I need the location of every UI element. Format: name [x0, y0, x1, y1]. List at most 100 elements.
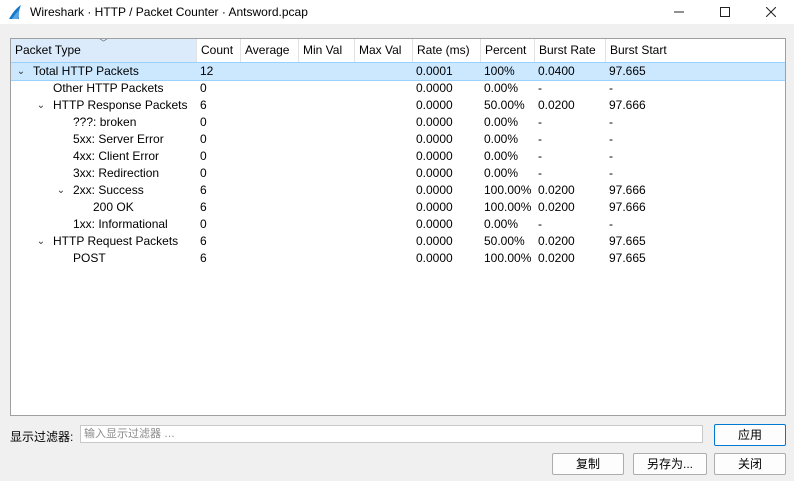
burst-start-cell: - — [609, 115, 613, 129]
rate-cell: 0.0000 — [416, 81, 453, 95]
header-packet-type[interactable]: ﹀ Packet Type — [11, 39, 197, 62]
rate-cell: 0.0001 — [416, 64, 453, 78]
burst-rate-cell: - — [538, 217, 542, 231]
tree-row[interactable]: Other HTTP Packets 0 0.0000 0.00% - - — [11, 80, 785, 97]
header-percent-label: Percent — [485, 43, 527, 57]
burst-rate-cell: - — [538, 81, 542, 95]
tree-row[interactable]: POST 6 0.0000 100.00% 0.0200 97.665 — [11, 250, 785, 267]
percent-cell: 0.00% — [484, 166, 519, 180]
tree-header: ﹀ Packet Type Count Average Min Val Max … — [11, 39, 785, 63]
burst-rate-cell: - — [538, 149, 542, 163]
burst-start-cell: 97.666 — [609, 98, 646, 112]
header-max-val[interactable]: Max Val — [355, 39, 413, 62]
header-average-label: Average — [245, 43, 290, 57]
save-as-button[interactable]: 另存为... — [633, 453, 707, 475]
expand-chevron-icon[interactable]: ⌄ — [35, 97, 47, 114]
wireshark-fin-icon — [9, 5, 21, 19]
packet-type-cell: 3xx: Redirection — [73, 166, 160, 180]
percent-cell: 0.00% — [484, 81, 519, 95]
title-bar: Wireshark · HTTP / Packet Counter · Ants… — [0, 0, 794, 24]
packet-type-cell: 200 OK — [93, 200, 134, 214]
copy-button[interactable]: 复制 — [552, 453, 624, 475]
header-rate-label: Rate (ms) — [417, 43, 470, 57]
expand-chevron-icon[interactable]: ⌄ — [55, 182, 67, 199]
tree-row[interactable]: ⌄ 2xx: Success 6 0.0000 100.00% 0.0200 97.666 — [11, 182, 785, 199]
packet-counter-tree[interactable]: ﹀ Packet Type Count Average Min Val Max … — [10, 38, 786, 416]
apply-button[interactable]: 应用 — [714, 424, 786, 446]
packet-type-cell: HTTP Request Packets — [53, 234, 179, 248]
tree-row[interactable]: 4xx: Client Error 0 0.0000 0.00% - - — [11, 148, 785, 165]
burst-start-cell: - — [609, 149, 613, 163]
sort-descending-icon: ﹀ — [99, 38, 109, 48]
burst-start-cell: - — [609, 166, 613, 180]
close-window-button[interactable] — [748, 0, 794, 24]
header-burst-rate[interactable]: Burst Rate — [535, 39, 606, 62]
rate-cell: 0.0000 — [416, 183, 453, 197]
burst-rate-cell: - — [538, 166, 542, 180]
burst-rate-cell: 0.0200 — [538, 98, 575, 112]
expand-chevron-icon[interactable]: ⌄ — [35, 233, 47, 250]
burst-start-cell: 97.665 — [609, 234, 646, 248]
header-min-val-label: Min Val — [303, 43, 343, 57]
packet-type-cell: HTTP Response Packets — [53, 98, 188, 112]
burst-start-cell: - — [609, 132, 613, 146]
tree-row[interactable]: ⌄ Total HTTP Packets 12 0.0001 100% 0.0400 97.… — [11, 62, 785, 81]
percent-cell: 100% — [484, 64, 515, 78]
tree-row[interactable]: ⌄ HTTP Request Packets 6 0.0000 50.00% 0.0200… — [11, 233, 785, 250]
header-rate[interactable]: Rate (ms) — [413, 39, 481, 62]
burst-rate-cell: 0.0200 — [538, 200, 575, 214]
expand-chevron-icon[interactable]: ⌄ — [15, 63, 27, 80]
minimize-button[interactable] — [656, 0, 702, 24]
percent-cell: 100.00% — [484, 200, 532, 214]
burst-start-cell: 97.666 — [609, 183, 646, 197]
rate-cell: 0.0000 — [416, 234, 453, 248]
count-cell: 0 — [200, 81, 207, 95]
packet-type-cell: 1xx: Informational — [73, 217, 168, 231]
burst-rate-cell: 0.0200 — [538, 234, 575, 248]
count-cell: 6 — [200, 234, 207, 248]
rate-cell: 0.0000 — [416, 200, 453, 214]
close-button[interactable]: 关闭 — [714, 453, 786, 475]
header-count-label: Count — [201, 43, 234, 57]
count-cell: 0 — [200, 115, 207, 129]
count-cell: 6 — [200, 251, 207, 265]
tree-row[interactable]: ???: broken 0 0.0000 0.00% - - — [11, 114, 785, 131]
close-icon — [766, 7, 776, 17]
burst-rate-cell: - — [538, 132, 542, 146]
display-filter-input[interactable] — [80, 425, 703, 443]
burst-rate-cell: 0.0200 — [538, 251, 575, 265]
burst-start-cell: 97.665 — [609, 251, 646, 265]
percent-cell: 0.00% — [484, 149, 519, 163]
packet-type-cell: Other HTTP Packets — [53, 81, 164, 95]
burst-start-cell: 97.666 — [609, 200, 646, 214]
packet-type-cell: 4xx: Client Error — [73, 149, 160, 163]
header-burst-start[interactable]: Burst Start — [606, 39, 785, 62]
tree-row[interactable]: 200 OK 6 0.0000 100.00% 0.0200 97.666 — [11, 199, 785, 216]
percent-cell: 50.00% — [484, 234, 525, 248]
minimize-icon — [674, 11, 684, 13]
rate-cell: 0.0000 — [416, 115, 453, 129]
count-cell: 12 — [200, 64, 214, 78]
percent-cell: 100.00% — [484, 183, 532, 197]
tree-row[interactable]: ⌄ HTTP Response Packets 6 0.0000 50.00% 0.020… — [11, 97, 785, 114]
burst-start-cell: - — [609, 81, 613, 95]
count-cell: 0 — [200, 166, 207, 180]
header-min-val[interactable]: Min Val — [299, 39, 355, 62]
header-burst-rate-label: Burst Rate — [539, 43, 596, 57]
header-average[interactable]: Average — [241, 39, 299, 62]
header-count[interactable]: Count — [197, 39, 241, 62]
count-cell: 0 — [200, 132, 207, 146]
header-burst-start-label: Burst Start — [610, 43, 667, 57]
rate-cell: 0.0000 — [416, 251, 453, 265]
packet-type-cell: POST — [73, 251, 106, 265]
header-percent[interactable]: Percent — [481, 39, 535, 62]
count-cell: 6 — [200, 183, 207, 197]
window-title: Wireshark · HTTP / Packet Counter · Ants… — [30, 5, 308, 19]
tree-row[interactable]: 3xx: Redirection 0 0.0000 0.00% - - — [11, 165, 785, 182]
packet-type-cell: Total HTTP Packets — [33, 64, 139, 78]
maximize-button[interactable] — [702, 0, 748, 24]
tree-row[interactable]: 5xx: Server Error 0 0.0000 0.00% - - — [11, 131, 785, 148]
maximize-icon — [720, 7, 730, 17]
burst-start-cell: 97.665 — [609, 64, 646, 78]
tree-row[interactable]: 1xx: Informational 0 0.0000 0.00% - - — [11, 216, 785, 233]
